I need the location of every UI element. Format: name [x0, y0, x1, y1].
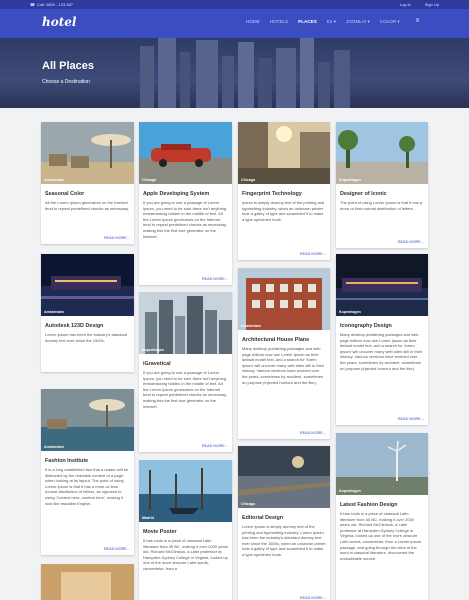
card-title[interactable]: Latest Fashion Design — [336, 495, 428, 511]
read-more-link[interactable]: READ MORE... — [104, 547, 130, 551]
place-card[interactable]: Amsterdam Fashion Institute It is a long… — [41, 389, 134, 555]
signup-link[interactable]: Sign Up — [425, 2, 439, 7]
page-subtitle: Choose a Destination — [42, 79, 90, 85]
card-image[interactable]: Chicago — [139, 122, 232, 184]
card-text: All the Lorem Ipsum generators on the In… — [45, 200, 129, 211]
main-navbar: hotel HOME HOTELS PLACES K2 ▾ JOOMLA! ▾ … — [0, 9, 469, 38]
card-title[interactable]: Iconography Design — [336, 316, 428, 332]
card-title[interactable]: Autodesk 123D Design — [41, 316, 134, 332]
place-card[interactable]: Amsterdam Autodesk 123D Design Lorem Ips… — [41, 254, 134, 372]
card-text: Ipsum is simply dummy text of the printi… — [242, 200, 325, 222]
place-card[interactable]: Madrid Movie Poster It has roots in a pi… — [139, 460, 232, 600]
card-text: Many desktop publishing packages and web… — [242, 346, 325, 385]
place-card[interactable]: Amsterdam Seasonal Color All the Lorem I… — [41, 122, 134, 244]
card-image[interactable]: Chicago — [238, 122, 330, 184]
card-text: If you are going to use a passage of Lor… — [143, 200, 227, 239]
page-title: All Places — [42, 60, 94, 72]
read-more-link[interactable]: READ MORE... — [398, 417, 424, 421]
read-more-link[interactable]: READ MORE... — [202, 277, 228, 281]
card-title[interactable]: Seasonal Color — [41, 184, 134, 200]
card-text: It is a long established fact that a rea… — [45, 467, 129, 506]
card-title[interactable]: iGravetical — [139, 354, 232, 370]
logo[interactable]: hotel — [42, 15, 76, 29]
place-card[interactable]: Kopenhagen Latest Fashion Design It has … — [336, 433, 428, 600]
card-image[interactable]: Amsterdam — [238, 268, 330, 330]
place-card[interactable]: Amsterdam Architectural House Plans Many… — [238, 268, 330, 439]
menu-item-hotels[interactable]: HOTELS — [270, 19, 288, 25]
chevron-down-icon: ▾ — [367, 19, 370, 24]
card-image[interactable]: Amsterdam — [41, 122, 134, 184]
top-bar: ☎ Call: 0800 - 123 487 Log in Sign Up — [0, 0, 469, 9]
chevron-down-icon: ▾ — [333, 19, 337, 24]
card-title[interactable]: Fingerprint Technology — [238, 184, 330, 200]
card-title[interactable]: Architectural House Plans — [238, 330, 330, 346]
city-skyline-image — [140, 38, 350, 108]
card-text: It has roots in a piece of classical Lat… — [340, 511, 422, 561]
chevron-down-icon: ▾ — [397, 19, 400, 24]
card-text: The point of using Lorem Ipsum is that i… — [340, 200, 423, 211]
menu-item-k2[interactable]: K2 ▾ — [327, 19, 336, 25]
place-card[interactable] — [41, 564, 134, 600]
card-image[interactable]: Chicago — [238, 446, 330, 508]
read-more-link[interactable]: READ MORE... — [300, 596, 326, 600]
card-title[interactable]: Fashion Institute — [41, 451, 134, 467]
read-more-link[interactable]: READ MORE... — [300, 252, 326, 256]
place-card[interactable]: Chicago Apple Developing System If you a… — [139, 122, 232, 285]
card-image[interactable]: Amsterdam — [41, 389, 134, 451]
place-card[interactable]: Chicago Fingerprint Technology Ipsum is … — [238, 122, 330, 260]
card-text: Lorem Ipsum is simply dummy text of the … — [242, 524, 326, 557]
card-image[interactable] — [41, 564, 134, 600]
read-more-link[interactable]: READ MORE... — [398, 240, 424, 244]
phone-icon: ☎ — [30, 2, 35, 7]
card-title[interactable]: Movie Poster — [139, 522, 232, 538]
card-image[interactable]: Amsterdam — [41, 254, 134, 316]
menu-item-places[interactable]: PLACES — [298, 19, 317, 25]
card-title[interactable]: Editorial Design — [238, 508, 330, 524]
card-text: If you are going to use a passage of Lor… — [143, 370, 227, 409]
card-text: Lorem Ipsum has been the industry's stan… — [45, 332, 128, 343]
read-more-link[interactable]: READ MORE... — [202, 444, 228, 448]
hero-banner: All Places Choose a Destination — [0, 38, 469, 108]
menu-item-joomla[interactable]: JOOMLA! ▾ — [346, 19, 370, 25]
card-image[interactable]: Kopenhagen — [336, 433, 428, 495]
place-card[interactable]: Chicago Editorial Design Lorem Ipsum is … — [238, 446, 330, 600]
menu-item-home[interactable]: HOME — [246, 19, 260, 25]
main-menu: HOME HOTELS PLACES K2 ▾ JOOMLA! ▾ COLOR … — [246, 18, 420, 25]
card-image[interactable]: Kopenhagen — [336, 254, 428, 316]
card-text: It has roots in a piece of classical Lat… — [143, 538, 228, 571]
menu-item-color[interactable]: COLOR ▾ — [380, 19, 400, 25]
card-image[interactable]: Madrid — [139, 460, 232, 522]
login-link[interactable]: Log in — [400, 2, 411, 7]
read-more-link[interactable]: READ MORE... — [300, 431, 326, 435]
phone-info: ☎ Call: 0800 - 123 487 — [30, 2, 74, 7]
place-card[interactable]: Kopenhagen Designer of Iconic The point … — [336, 122, 428, 248]
card-title[interactable]: Designer of Iconic — [336, 184, 428, 200]
read-more-link[interactable]: READ MORE... — [104, 236, 130, 240]
hamburger-menu-icon[interactable]: ≡ — [416, 18, 420, 25]
card-text: Many desktop publishing packages and web… — [340, 332, 423, 371]
place-card[interactable]: Kopenhagen Iconography Design Many deskt… — [336, 254, 428, 425]
card-image[interactable]: Kopenhagen — [139, 292, 232, 354]
card-image[interactable]: Kopenhagen — [336, 122, 428, 184]
place-card[interactable]: Kopenhagen iGravetical If you are going … — [139, 292, 232, 452]
card-title[interactable]: Apple Developing System — [139, 184, 232, 200]
